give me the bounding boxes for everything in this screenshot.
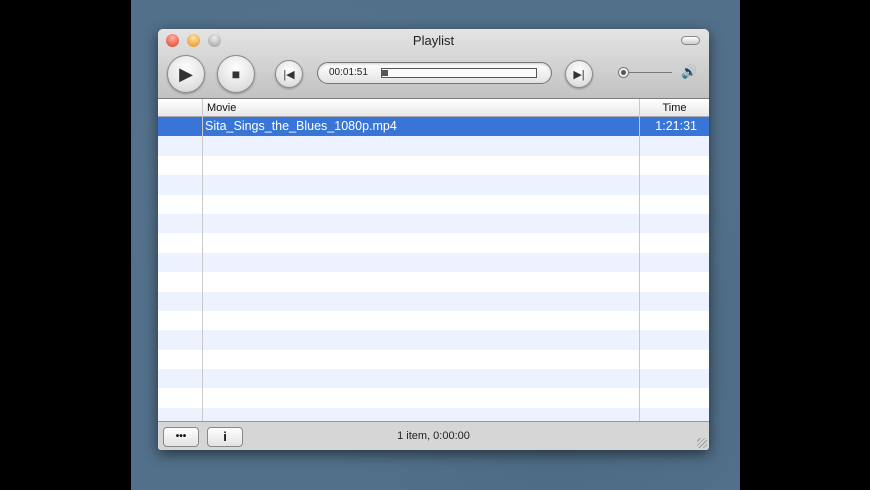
empty-row — [158, 213, 709, 234]
empty-row — [158, 350, 709, 369]
previous-button[interactable]: |◀ — [275, 60, 303, 88]
empty-row — [158, 330, 709, 350]
current-time: 00:01:51 — [329, 67, 368, 78]
progress-bar[interactable] — [381, 68, 537, 78]
next-button[interactable]: ▶| — [565, 60, 593, 88]
movie-duration: 1:21:31 — [655, 119, 697, 133]
empty-row — [158, 175, 709, 195]
column-header-movie[interactable]: Movie — [202, 99, 639, 117]
status-text: 1 item, 0:00:00 — [397, 430, 470, 442]
empty-row — [158, 291, 709, 311]
empty-row — [158, 369, 709, 389]
table-row[interactable]: Sita_Sings_the_Blues_1080p.mp4 1:21:31 — [158, 117, 709, 137]
table-header: Movie Time — [158, 99, 709, 117]
empty-row — [158, 136, 709, 156]
toolbar-toggle-button[interactable] — [681, 36, 700, 45]
progress-fill — [382, 70, 389, 76]
footer: ••• i 1 item, 0:00:00 — [158, 421, 709, 450]
resize-grip[interactable] — [697, 438, 707, 448]
volume-knob[interactable] — [618, 67, 629, 78]
progress-display: 00:01:51 — [317, 62, 552, 84]
speaker-icon: 🔊 — [681, 64, 698, 79]
toolbar: Playlist ▶ ■ |◀ 00:01:51 ▶| 🔊 — [158, 29, 709, 99]
window-title: Playlist — [412, 33, 455, 48]
movie-name: Sita_Sings_the_Blues_1080p.mp4 — [205, 119, 397, 133]
empty-row — [158, 156, 709, 175]
empty-row — [158, 272, 709, 291]
stop-button[interactable]: ■ — [217, 55, 255, 93]
playlist-window: Playlist ▶ ■ |◀ 00:01:51 ▶| 🔊 Movie Time… — [158, 29, 709, 450]
empty-row — [158, 233, 709, 252]
play-icon: ▶ — [179, 63, 193, 84]
skip-forward-icon: ▶| — [573, 68, 585, 81]
skip-back-icon: |◀ — [283, 68, 295, 81]
empty-row — [158, 407, 709, 421]
column-header-time[interactable]: Time — [639, 99, 709, 117]
playlist-table: Sita_Sings_the_Blues_1080p.mp4 1:21:31 — [158, 117, 709, 421]
empty-row — [158, 252, 709, 273]
empty-row — [158, 388, 709, 407]
empty-row — [158, 195, 709, 214]
column-divider — [202, 99, 203, 421]
column-divider — [639, 99, 640, 421]
empty-row — [158, 311, 709, 330]
play-button[interactable]: ▶ — [167, 55, 205, 93]
stop-icon: ■ — [231, 66, 241, 82]
